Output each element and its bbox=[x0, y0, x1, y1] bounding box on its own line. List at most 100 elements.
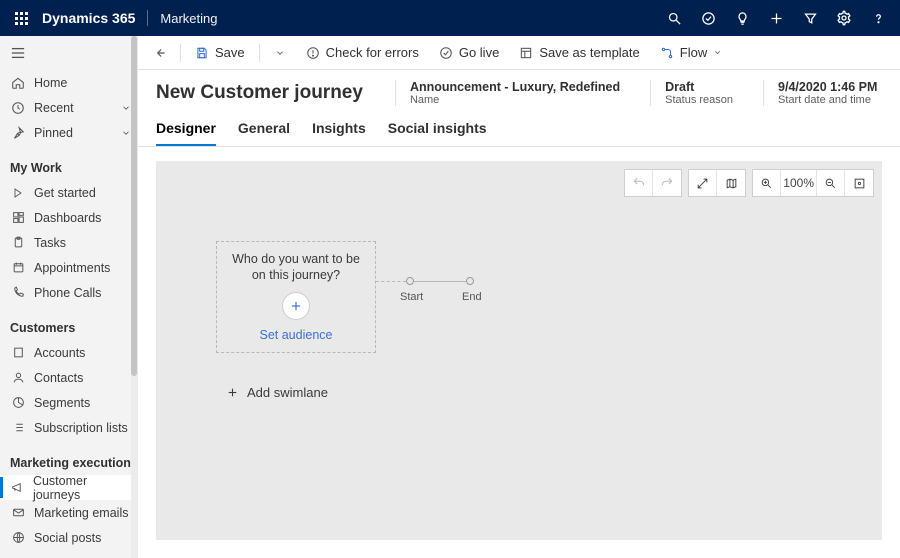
flow-icon bbox=[660, 46, 674, 60]
plus-icon bbox=[289, 299, 303, 313]
minimap-button[interactable] bbox=[717, 170, 745, 196]
zoom-out-icon bbox=[824, 177, 837, 190]
nav-segments[interactable]: Segments bbox=[0, 390, 137, 415]
nav-group-mywork: My Work bbox=[0, 155, 137, 180]
search-button[interactable] bbox=[658, 0, 690, 36]
hamburger-icon bbox=[11, 47, 25, 59]
canvas-toolbar: 100% bbox=[624, 169, 874, 197]
divider bbox=[180, 44, 181, 62]
building-icon bbox=[10, 345, 26, 361]
chevron-down-icon bbox=[121, 128, 131, 138]
help-button[interactable] bbox=[862, 0, 894, 36]
nav-tasks[interactable]: Tasks bbox=[0, 230, 137, 255]
nav-get-started[interactable]: Get started bbox=[0, 180, 137, 205]
view-group bbox=[688, 169, 746, 197]
brand-area[interactable]: Marketing bbox=[160, 11, 217, 26]
nav-home[interactable]: Home bbox=[0, 70, 137, 95]
nav-label: Recent bbox=[34, 101, 74, 115]
undo-button[interactable] bbox=[625, 170, 653, 196]
record-status-field[interactable]: Draft Status reason bbox=[650, 80, 747, 106]
divider bbox=[147, 10, 148, 26]
command-bar: Save Check for errors Go live Save as te… bbox=[138, 36, 900, 70]
task-button[interactable] bbox=[692, 0, 724, 36]
tab-social-insights[interactable]: Social insights bbox=[388, 114, 487, 146]
tab-designer[interactable]: Designer bbox=[156, 114, 216, 146]
divider bbox=[259, 44, 260, 62]
global-topbar: Dynamics 365 Marketing bbox=[0, 0, 900, 36]
audience-tile[interactable]: Who do you want to be on this journey? S… bbox=[216, 241, 376, 353]
start-node[interactable] bbox=[406, 277, 414, 285]
nav-recent[interactable]: Recent bbox=[0, 95, 137, 120]
nav-label: Customer journeys bbox=[33, 474, 131, 502]
add-audience-button[interactable] bbox=[282, 292, 310, 320]
nav-label: Dashboards bbox=[34, 211, 101, 225]
app-launcher-button[interactable] bbox=[6, 0, 36, 36]
save-button[interactable]: Save bbox=[187, 39, 253, 67]
zoom-group: 100% bbox=[752, 169, 874, 197]
left-nav: Home Recent Pinned My Work Get started D… bbox=[0, 36, 138, 558]
nav-phone-calls[interactable]: Phone Calls bbox=[0, 280, 137, 305]
nav-subscription-lists[interactable]: Subscription lists bbox=[0, 415, 137, 440]
clipboard-icon bbox=[10, 235, 26, 251]
assistant-button[interactable] bbox=[726, 0, 758, 36]
tab-insights[interactable]: Insights bbox=[312, 114, 366, 146]
check-label: Check for errors bbox=[326, 45, 419, 60]
save-options-button[interactable] bbox=[266, 39, 294, 67]
add-swimlane-button[interactable]: Add swimlane bbox=[226, 385, 328, 400]
fullscreen-button[interactable] bbox=[689, 170, 717, 196]
record-start-field[interactable]: 9/4/2020 1:46 PM Start date and time bbox=[763, 80, 891, 106]
scrollbar-thumb[interactable] bbox=[131, 36, 137, 376]
nav-social-posts[interactable]: Social posts bbox=[0, 525, 137, 550]
save-as-template-button[interactable]: Save as template bbox=[511, 39, 647, 67]
journey-canvas[interactable]: 100% Who do you want to be on this journ… bbox=[156, 161, 882, 540]
zoom-level[interactable]: 100% bbox=[781, 170, 817, 196]
nav-label: Accounts bbox=[34, 346, 85, 360]
back-button[interactable] bbox=[146, 39, 174, 67]
settings-button[interactable] bbox=[828, 0, 860, 36]
record-name-field[interactable]: Announcement - Luxury, Redefined Name bbox=[395, 80, 634, 106]
waffle-icon bbox=[15, 12, 28, 25]
nav-contacts[interactable]: Contacts bbox=[0, 365, 137, 390]
nav-collapse-button[interactable] bbox=[0, 36, 137, 70]
zoom-in-button[interactable] bbox=[753, 170, 781, 196]
save-icon bbox=[195, 46, 209, 60]
field-label: Name bbox=[410, 94, 620, 106]
filter-button[interactable] bbox=[794, 0, 826, 36]
globe-icon bbox=[10, 530, 26, 546]
nav-marketing-emails[interactable]: Marketing emails bbox=[0, 500, 137, 525]
nav-group-customers: Customers bbox=[0, 315, 137, 340]
undo-icon bbox=[632, 176, 646, 190]
phone-icon bbox=[10, 285, 26, 301]
lightbulb-icon bbox=[735, 11, 750, 26]
record-header: New Customer journey Announcement - Luxu… bbox=[138, 70, 900, 106]
search-icon bbox=[667, 11, 682, 26]
dashboard-icon bbox=[10, 210, 26, 226]
add-button[interactable] bbox=[760, 0, 792, 36]
redo-button[interactable] bbox=[653, 170, 681, 196]
go-live-button[interactable]: Go live bbox=[431, 39, 507, 67]
calendar-icon bbox=[10, 260, 26, 276]
sidebar-scrollbar[interactable] bbox=[131, 36, 137, 558]
check-errors-button[interactable]: Check for errors bbox=[298, 39, 427, 67]
chevron-down-icon bbox=[275, 48, 285, 58]
tab-general[interactable]: General bbox=[238, 114, 290, 146]
fit-button[interactable] bbox=[845, 170, 873, 196]
nav-dashboards[interactable]: Dashboards bbox=[0, 205, 137, 230]
nav-label: Home bbox=[34, 76, 67, 90]
canvas-wrapper: 100% Who do you want to be on this journ… bbox=[138, 147, 900, 558]
nav-accounts[interactable]: Accounts bbox=[0, 340, 137, 365]
field-label: Start date and time bbox=[778, 94, 877, 106]
nav-label: Contacts bbox=[34, 371, 83, 385]
nav-appointments[interactable]: Appointments bbox=[0, 255, 137, 280]
nav-pinned[interactable]: Pinned bbox=[0, 120, 137, 145]
set-audience-link[interactable]: Set audience bbox=[260, 328, 333, 342]
home-icon bbox=[10, 75, 26, 91]
zoom-out-button[interactable] bbox=[817, 170, 845, 196]
end-node[interactable] bbox=[466, 277, 474, 285]
nav-customer-journeys[interactable]: Customer journeys bbox=[0, 475, 137, 500]
nav-label: Get started bbox=[34, 186, 96, 200]
flow-connector: Start End bbox=[376, 275, 496, 305]
nav-group-marketing-execution: Marketing execution bbox=[0, 450, 137, 475]
flow-button[interactable]: Flow bbox=[652, 39, 730, 67]
redo-icon bbox=[660, 176, 674, 190]
